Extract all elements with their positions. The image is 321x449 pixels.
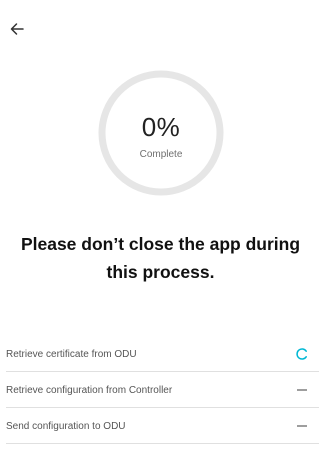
warning-message-line-2: this process. (106, 262, 215, 282)
step-send-configuration: Send configuration to ODU (0, 408, 321, 444)
arrow-left-icon (9, 21, 25, 42)
process-steps-list: Retrieve certificate from ODU Retrieve c… (0, 336, 321, 444)
spinner-icon (295, 347, 309, 361)
warning-message-line-1: Please don’t close the app during (20, 234, 301, 254)
progress-label: Complete (139, 149, 183, 160)
step-label: Retrieve configuration from Controller (6, 384, 173, 396)
dash-icon (295, 419, 309, 433)
dash-icon (295, 383, 309, 397)
progress-percentage: 0% (141, 112, 181, 142)
divider (6, 443, 319, 444)
progress-ring: 0% Complete (96, 68, 226, 198)
back-button[interactable] (6, 20, 28, 42)
warning-message: Please don’t close the app during this p… (20, 230, 301, 286)
step-label: Send configuration to ODU (6, 420, 126, 432)
step-retrieve-configuration: Retrieve configuration from Controller (0, 372, 321, 408)
step-retrieve-certificate: Retrieve certificate from ODU (0, 336, 321, 372)
step-label: Retrieve certificate from ODU (6, 348, 137, 360)
